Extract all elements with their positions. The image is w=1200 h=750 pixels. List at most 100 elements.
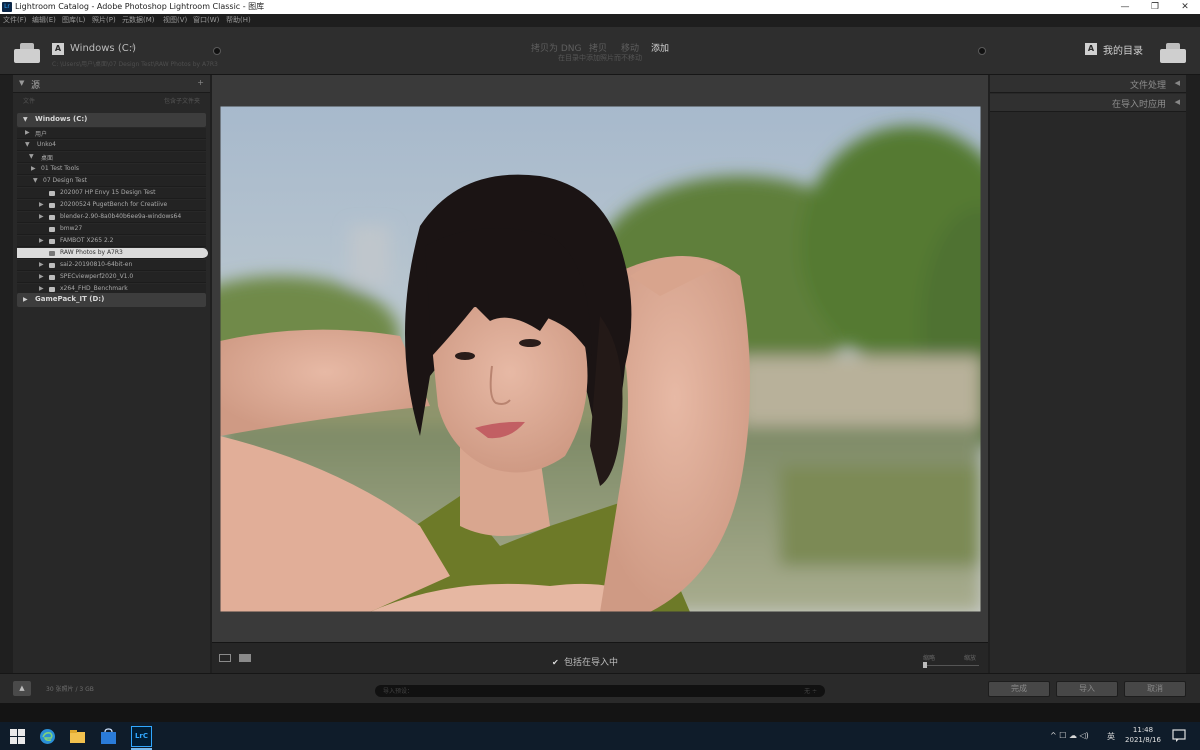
menu-window[interactable]: 窗口(W) [193, 14, 219, 27]
expand-icon[interactable]: ▶ [23, 296, 28, 303]
collapse-triangle-icon[interactable]: ▼ [19, 79, 24, 87]
file-explorer-icon[interactable] [69, 728, 86, 745]
system-clock[interactable]: 11:48 2021/8/16 [1122, 725, 1164, 745]
lightroom-taskbar-icon[interactable]: LrC [131, 726, 152, 747]
import-preset-selector[interactable]: 导入预设： 无 ÷ [375, 685, 825, 697]
expand-icon[interactable]: ▼ [29, 153, 34, 160]
folder-name: 202007 HP Envy 15 Design Test [60, 189, 156, 196]
minimize-button[interactable]: — [1110, 0, 1140, 14]
window-title: Lightroom Catalog - Adobe Photoshop Ligh… [15, 2, 265, 11]
collapse-panel-button[interactable]: ▲ [13, 681, 31, 696]
folder-name: blender-2.90-8a0b40b6ee9a-windows64 [60, 213, 182, 220]
tree-item[interactable]: ▶ FAMBOT X265 2.2 [17, 236, 206, 247]
edge-browser-icon[interactable] [39, 728, 56, 745]
file-handling-header[interactable]: 文件处理 ◀ [990, 75, 1186, 93]
include-subfolders-toggle[interactable]: 包含子文件夹 [164, 96, 200, 105]
thumbnail-label-left: 缩略 [923, 655, 936, 662]
tree-item[interactable]: ▶ SPECviewperf2020_V1.0 [17, 272, 206, 283]
folder-icon [49, 227, 55, 232]
folder-name: 01 Test Tools [41, 165, 80, 172]
notification-icon[interactable] [1172, 729, 1186, 743]
add-source-icon[interactable]: + [197, 78, 204, 87]
tree-item[interactable]: ▶ 01 Test Tools [17, 164, 206, 175]
tree-item-selected[interactable]: RAW Photos by A7R3 [17, 248, 208, 259]
clock-time: 11:48 [1132, 726, 1154, 734]
volume-gamepack-d[interactable]: ▶ GamePack_IT (D:) [17, 293, 206, 307]
import-header: A Windows (C:) ÷ C: \Users\用户\桌面\07 Desi… [0, 27, 1200, 75]
input-language[interactable]: 英 [1107, 731, 1115, 742]
mode-subtitle: 在目录中添加照片而不移动 [558, 54, 642, 62]
store-icon[interactable] [100, 728, 117, 745]
menu-photo[interactable]: 照片(P) [92, 14, 116, 27]
folder-name: SPECviewperf2020_V1.0 [60, 273, 134, 280]
menu-library[interactable]: 图库(L) [62, 14, 85, 27]
folder-icon [49, 203, 55, 208]
restore-button[interactable]: ❐ [1140, 0, 1170, 14]
volume-windows-c[interactable]: ▼ Windows (C:) [17, 113, 206, 127]
expand-icon[interactable]: ▶ [39, 213, 44, 220]
volume-label: GamePack_IT (D:) [35, 295, 105, 303]
expand-icon[interactable]: ▼ [33, 177, 38, 184]
tree-item[interactable]: 202007 HP Envy 15 Design Test [17, 188, 206, 199]
source-badge: A [52, 43, 64, 55]
expand-icon[interactable]: ▶ [31, 165, 36, 172]
apply-during-import-header[interactable]: 在导入时应用 ◀ [990, 94, 1186, 112]
thumbnail-size-slider[interactable] [923, 665, 979, 666]
slider-knob[interactable] [923, 662, 927, 668]
expand-icon[interactable]: ▼ [25, 141, 30, 148]
source-panel-header[interactable]: ▼ 源 + [13, 75, 210, 93]
expand-icon[interactable]: ▶ [39, 285, 44, 292]
collapse-icon[interactable]: ◀ [1175, 98, 1180, 106]
source-title[interactable]: Windows (C:) [70, 43, 136, 54]
files-filter[interactable]: 文件 [23, 96, 35, 105]
menu-metadata[interactable]: 元数据(M) [122, 14, 155, 27]
tree-item[interactable]: ▼ 07 Design Test [17, 176, 206, 187]
thumbnail-label-right: 缩放 [964, 655, 977, 662]
expand-icon[interactable]: ▶ [39, 237, 44, 244]
destination-badge: A [1085, 43, 1097, 55]
expand-icon[interactable]: ▶ [39, 201, 44, 208]
source-dropdown-icon[interactable]: ÷ [130, 43, 136, 51]
menu-file[interactable]: 文件(F) [3, 14, 27, 27]
import-button[interactable]: 导入 [1056, 681, 1118, 697]
file-handling-label: 文件处理 [1129, 81, 1166, 91]
tree-item[interactable]: ▼ Unko4 [17, 140, 206, 151]
menu-view[interactable]: 视图(V) [163, 14, 187, 27]
expand-icon[interactable]: ▼ [23, 116, 28, 123]
loupe-view-icon[interactable] [239, 654, 251, 662]
forward-nav-icon[interactable] [978, 47, 986, 55]
back-nav-icon[interactable] [213, 47, 221, 55]
preset-value[interactable]: 无 ÷ [804, 686, 817, 695]
tree-item[interactable]: ▶ 用户 [17, 128, 206, 139]
folder-name: bmw27 [60, 225, 83, 232]
folder-name: sai2-20190810-64bit-en [60, 261, 133, 268]
close-button[interactable]: ✕ [1170, 0, 1200, 14]
tree-item[interactable]: ▶ 20200524 PugetBench for Creatiive [17, 200, 206, 211]
tree-item[interactable]: ▶ blender-2.90-8a0b40b6ee9a-windows64 [17, 212, 206, 223]
collapse-icon[interactable]: ◀ [1175, 79, 1180, 87]
menu-help[interactable]: 帮助(H) [226, 14, 251, 27]
screen: Lr Lightroom Catalog - Adobe Photoshop L… [0, 0, 1200, 750]
photo-preview[interactable] [220, 106, 981, 612]
folder-name: x264_FHD_Benchmark [60, 285, 128, 292]
expand-icon[interactable]: ▶ [25, 129, 30, 136]
menu-edit[interactable]: 编辑(E) [32, 14, 56, 27]
include-checkbox[interactable]: ✔ [552, 658, 560, 667]
include-in-import[interactable]: ✔ 包括在导入中 [552, 655, 618, 668]
tree-item[interactable]: bmw27 [17, 224, 206, 235]
windows-start-icon[interactable] [9, 728, 26, 745]
destination-title[interactable]: 我的目录 [1103, 42, 1143, 57]
cancel-button[interactable]: 取消 [1124, 681, 1186, 697]
tree-item[interactable]: ▶ sai2-20190810-64bit-en [17, 260, 206, 271]
folder-name: 用户 [35, 131, 48, 138]
folder-icon [49, 287, 55, 292]
done-button[interactable]: 完成 [988, 681, 1050, 697]
expand-icon[interactable]: ▶ [39, 273, 44, 280]
import-bottom-bar: ▲ 30 张照片 / 3 GB 导入预设： 无 ÷ 完成 导入 取消 [0, 673, 1200, 703]
preview-toolbar: ✔ 包括在导入中 缩略 缩放 [212, 642, 988, 673]
tree-item[interactable]: ▼ 桌面 [17, 152, 206, 163]
folder-name: RAW Photos by A7R3 [60, 249, 123, 256]
grid-view-icon[interactable] [219, 654, 231, 662]
tray-icons[interactable]: ^ ☐ ☁ ◁) [1050, 731, 1089, 740]
expand-icon[interactable]: ▶ [39, 261, 44, 268]
